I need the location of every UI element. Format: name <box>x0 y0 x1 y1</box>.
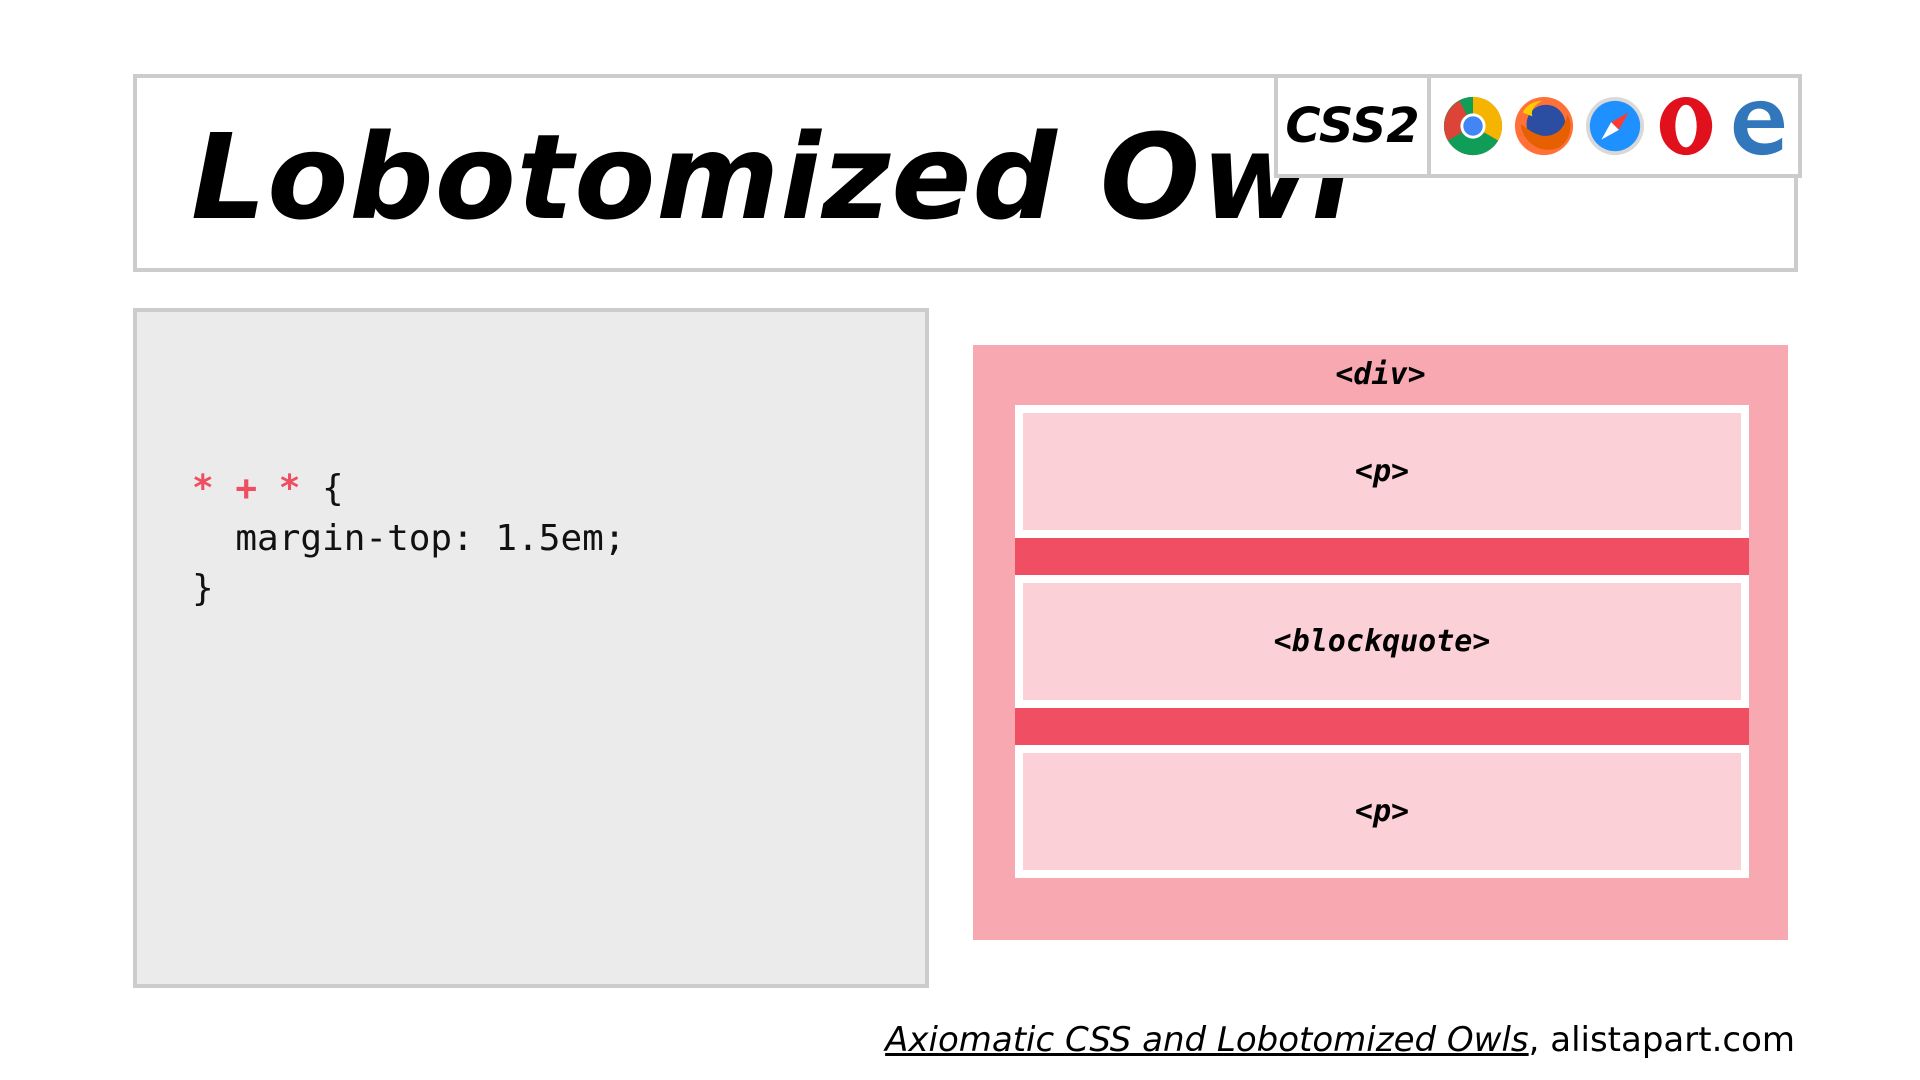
article-link[interactable]: Axiomatic CSS and Lobotomized Owls <box>885 1020 1528 1060</box>
footer-credit: Axiomatic CSS and Lobotomized Owls, alis… <box>885 1020 1795 1060</box>
div-label: <div> <box>1335 357 1426 392</box>
margin-gap <box>1015 708 1749 745</box>
child-box-p-first: <p> <box>1015 405 1749 538</box>
edge-icon <box>1733 100 1784 156</box>
opera-icon <box>1659 96 1712 156</box>
browser-support-icons <box>1427 74 1802 178</box>
css-code-block: * + * { margin-top: 1.5em; } <box>192 464 625 614</box>
margin-gap <box>1015 538 1749 575</box>
css-version-badge: CSS2 <box>1274 74 1431 178</box>
code-panel: * + * { margin-top: 1.5em; } <box>133 308 929 988</box>
safari-icon <box>1585 96 1644 156</box>
close-brace: } <box>192 568 214 609</box>
css-declaration: margin-top: 1.5em; <box>192 518 626 559</box>
slide-title: Lobotomized Owl <box>191 108 1353 246</box>
child-box-blockquote: <blockquote> <box>1015 575 1749 708</box>
firefox-icon <box>1514 96 1573 156</box>
chrome-icon <box>1443 96 1502 156</box>
owl-selector: * + * <box>192 468 301 509</box>
child-box-p-last: <p> <box>1015 745 1749 878</box>
source-text: , alistapart.com <box>1528 1020 1795 1060</box>
title-box: Lobotomized Owl CSS2 <box>133 74 1802 272</box>
open-brace: { <box>300 468 344 509</box>
box-diagram: <div> <p> <blockquote> <p> <box>973 345 1788 940</box>
